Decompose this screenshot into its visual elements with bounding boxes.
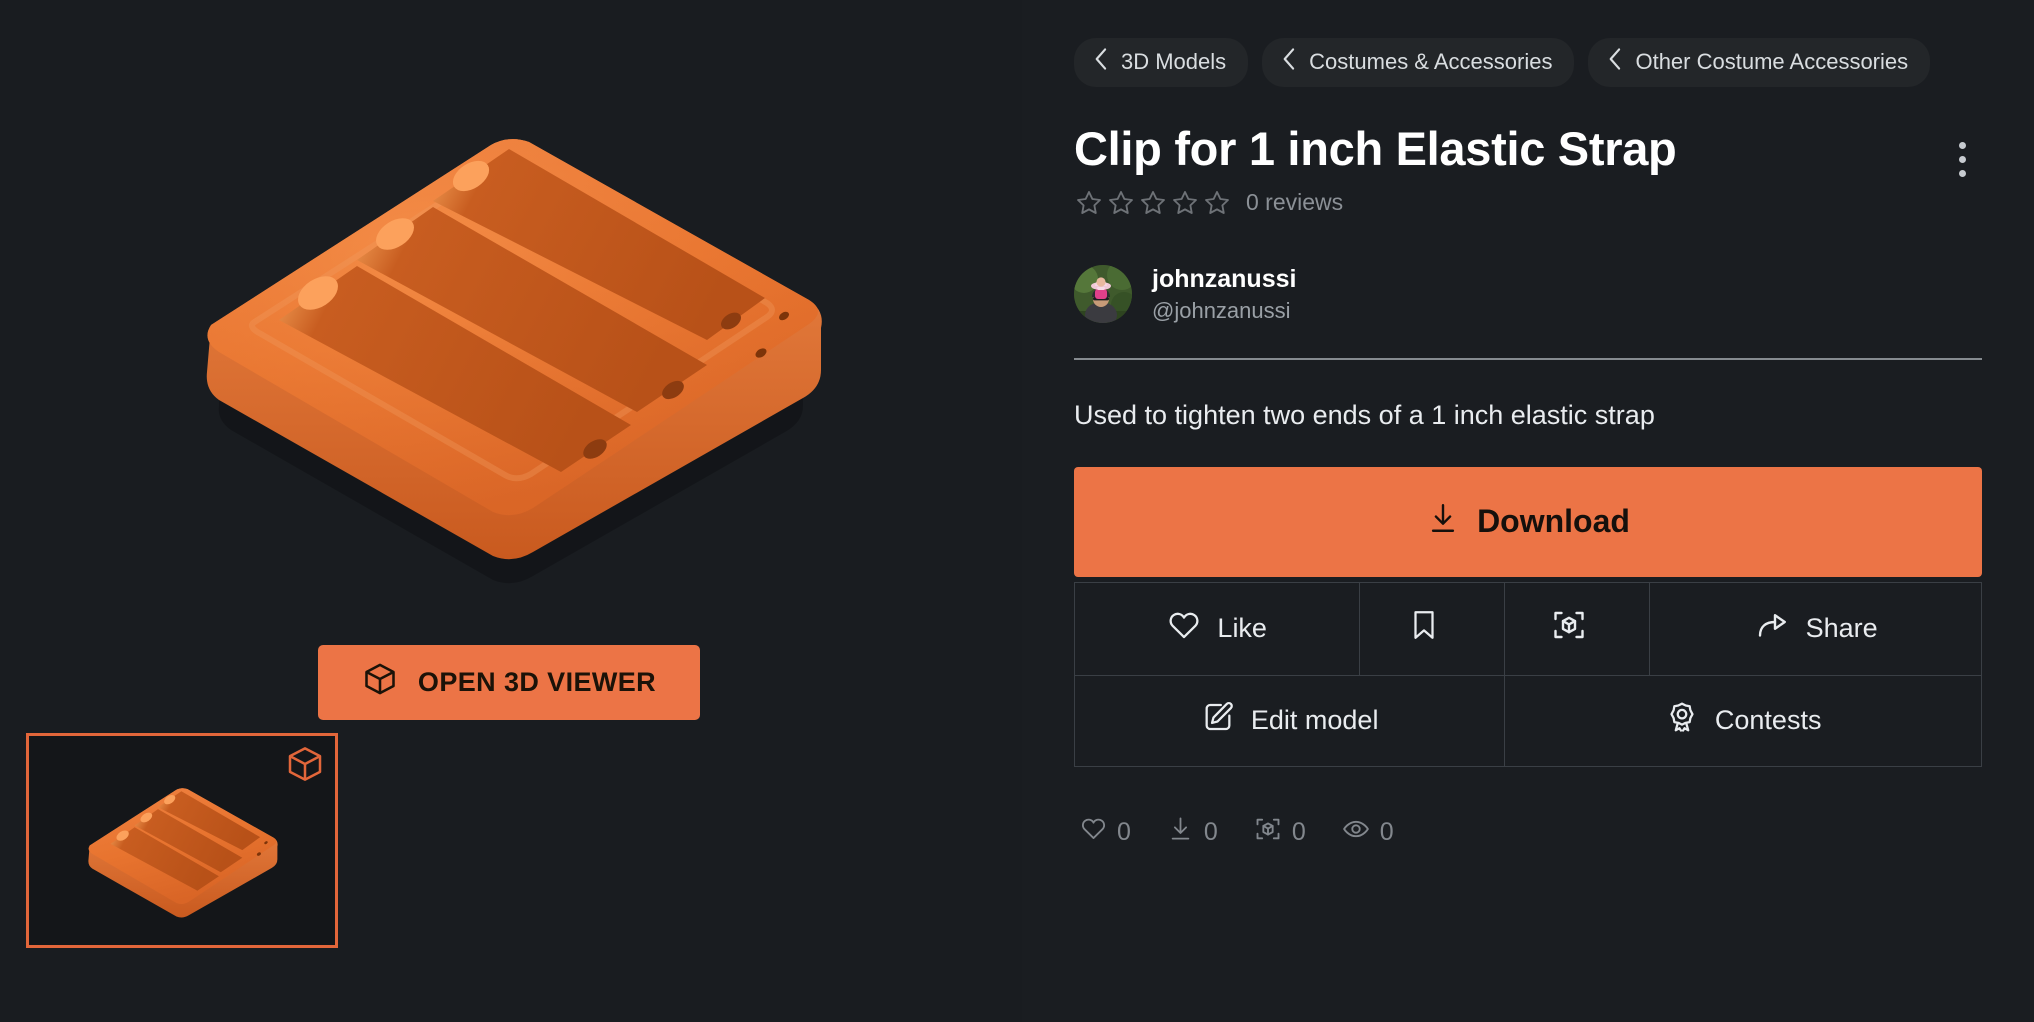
star-rating[interactable] (1074, 188, 1232, 218)
action-row: Edit model Contests (1075, 674, 1981, 767)
bookmark-icon (1407, 608, 1441, 649)
model-description: Used to tighten two ends of a 1 inch ela… (1074, 399, 1655, 430)
ar-views-value: 0 (1291, 817, 1306, 846)
star-icon (1109, 190, 1133, 214)
pencil-square-icon (1201, 700, 1235, 741)
avatar-photo (1074, 265, 1132, 324)
model-thumbnail[interactable] (26, 733, 338, 948)
download-icon (1426, 501, 1460, 543)
chevron-left-icon (1608, 47, 1623, 77)
action-row: Like Share (1075, 582, 1981, 675)
ar-view-button[interactable] (1505, 582, 1651, 675)
share-icon (1754, 607, 1790, 650)
kebab-dot (1958, 141, 1966, 149)
contests-button[interactable]: Contests (1505, 674, 1981, 767)
views-count: 0 (1342, 815, 1394, 850)
breadcrumb-item-costumes-accessories[interactable]: Costumes & Accessories (1262, 38, 1575, 87)
likes-value: 0 (1117, 817, 1131, 846)
star-icon (1141, 190, 1165, 214)
breadcrumb-item-3d-models[interactable]: 3D Models (1074, 38, 1249, 87)
author-handle: @johnzanussi (1152, 297, 1291, 323)
open-3d-viewer-label: OPEN 3D VIEWER (417, 667, 657, 697)
page-title: Clip for 1 inch Elastic Strap (1074, 122, 1677, 175)
title-block: Clip for 1 inch Elastic Strap 0 reviews (1074, 123, 1942, 218)
avatar[interactable] (1074, 265, 1132, 324)
heart-icon (1080, 815, 1107, 849)
kebab-dot (1958, 155, 1966, 163)
likes-count: 0 (1080, 815, 1131, 849)
star-icon (1173, 190, 1197, 214)
breadcrumb-label: 3D Models (1121, 49, 1227, 74)
edit-model-label: Edit model (1250, 705, 1379, 736)
model-viewer-panel: OPEN 3D VIEWER (0, 0, 1022, 1022)
like-label: Like (1217, 613, 1267, 644)
breadcrumb-label: Other Costume Accessories (1635, 49, 1909, 74)
breadcrumb-item-other-costume-accessories[interactable]: Other Costume Accessories (1588, 38, 1931, 87)
save-button[interactable] (1360, 582, 1506, 675)
star-icon (1077, 190, 1101, 214)
model-info-panel: 3D Models Costumes & Accessories Other C… (1022, 0, 2034, 1022)
ar-views-count: 0 (1254, 815, 1306, 850)
model-detail-page: OPEN 3D VIEWER 3D Models Costumes & Acce… (0, 0, 2034, 1022)
star-icon (1205, 190, 1229, 214)
author-name[interactable]: johnzanussi (1152, 265, 1296, 294)
ar-cube-icon (1551, 607, 1587, 650)
reviews-count: 0 reviews (1246, 189, 1344, 216)
title-section: Clip for 1 inch Elastic Strap 0 reviews (1074, 123, 1982, 218)
divider (1074, 357, 1982, 360)
award-ribbon-icon (1665, 700, 1699, 741)
download-button[interactable]: Download (1074, 466, 1982, 577)
like-button[interactable]: Like (1075, 582, 1361, 675)
downloads-value: 0 (1203, 817, 1218, 846)
action-button-grid: Like Share Edit model Contests (1074, 581, 1982, 767)
cube-icon (362, 661, 398, 704)
views-value: 0 (1379, 817, 1394, 846)
cube-icon (285, 744, 325, 789)
edit-model-button[interactable]: Edit model (1075, 674, 1506, 767)
breadcrumb-label: Costumes & Accessories (1309, 49, 1553, 74)
chevron-left-icon (1094, 47, 1109, 77)
download-icon (1167, 815, 1194, 849)
ar-cube-icon (1254, 815, 1282, 850)
share-button[interactable]: Share (1650, 583, 1981, 675)
author-row: johnzanussi @johnzanussi (1074, 265, 1982, 324)
model-3d-render (206, 139, 822, 584)
author-block: johnzanussi @johnzanussi (1152, 265, 1296, 324)
breadcrumb: 3D Models Costumes & Accessories Other C… (1074, 38, 1982, 87)
chevron-left-icon (1282, 47, 1297, 77)
share-label: Share (1805, 613, 1878, 644)
downloads-count: 0 (1167, 815, 1218, 849)
open-3d-viewer-button[interactable]: OPEN 3D VIEWER (318, 645, 700, 720)
kebab-dot (1958, 169, 1966, 177)
model-render-stage[interactable] (0, 0, 1022, 660)
stats-row: 0 0 0 0 (1074, 815, 1982, 850)
download-label: Download (1477, 503, 1630, 540)
thumbnail-model-image (88, 788, 278, 918)
heart-icon (1167, 608, 1201, 649)
contests-label: Contests (1714, 705, 1822, 736)
kebab-menu-icon[interactable] (1942, 133, 1982, 185)
eye-icon (1342, 815, 1370, 850)
rating-row: 0 reviews (1074, 188, 1942, 218)
